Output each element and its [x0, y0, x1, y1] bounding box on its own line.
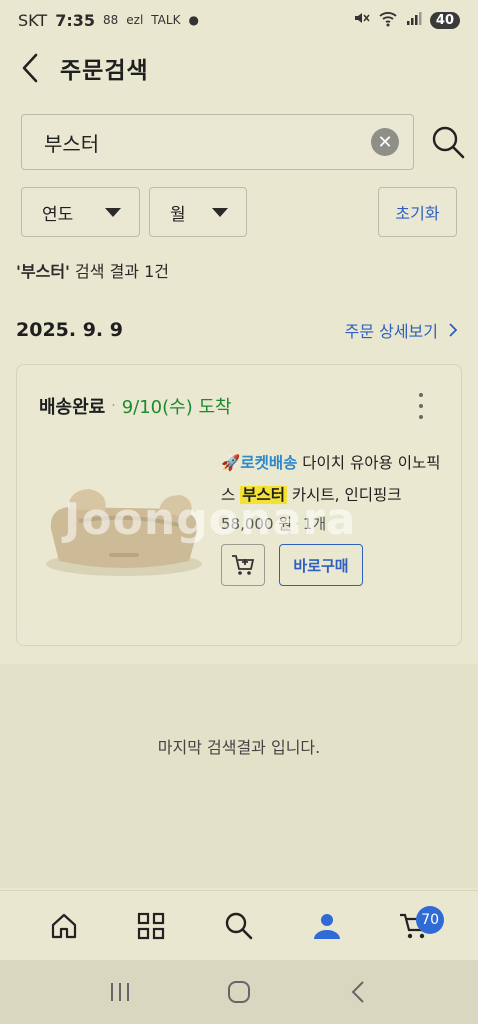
recent-apps-icon	[110, 983, 129, 1001]
home-button[interactable]	[214, 967, 264, 1017]
product-quantity: 1개	[302, 515, 327, 533]
search-input[interactable]	[44, 130, 371, 154]
add-to-cart-button[interactable]	[221, 544, 265, 586]
dot-icon: ●	[188, 13, 199, 27]
system-nav-bar	[0, 960, 478, 1024]
month-select[interactable]: 월	[149, 187, 247, 237]
search-box: ✕	[21, 114, 414, 170]
88-icon: 88	[102, 13, 119, 27]
order-detail-link[interactable]: 주문 상세보기	[345, 318, 458, 342]
caret-down-icon	[212, 207, 228, 217]
battery-indicator: 40	[429, 11, 460, 29]
search-highlight: 부스터	[240, 486, 287, 504]
status-left: SKT 7:35 88 ezl TALK ●	[18, 11, 199, 30]
bottom-nav: 70	[0, 890, 478, 960]
product-image[interactable]	[39, 469, 209, 579]
signal-icon	[406, 10, 422, 30]
arrival-date: 9/10(수) 도착	[121, 397, 232, 418]
month-select-label: 월	[170, 204, 186, 225]
product-info: 🚀로켓배송 다이치 유아용 이노픽스 부스터 카시트, 인디핑크 58,000 …	[221, 447, 446, 586]
more-options-icon[interactable]	[411, 393, 431, 419]
rocket-delivery-badge: 로켓배송	[240, 454, 298, 472]
separator-dot: ·	[295, 515, 300, 533]
order-card: 배송완료 · 9/10(수) 도착 🚀로켓배송 다이치 유아용 이노픽스 부스터…	[16, 364, 462, 646]
clear-button[interactable]: ✕	[371, 128, 399, 156]
product-actions: 바로구매	[221, 544, 446, 586]
rocket-icon: 🚀	[221, 454, 241, 472]
clock: 7:35	[55, 10, 95, 30]
nav-my[interactable]	[297, 896, 357, 956]
cart-plus-icon	[232, 555, 255, 575]
end-section	[0, 664, 478, 888]
search-icon	[432, 126, 465, 159]
user-icon	[313, 913, 340, 939]
search-row: ✕	[21, 114, 466, 170]
header: 주문검색	[0, 40, 478, 96]
separator-dot: ·	[111, 398, 116, 414]
price-quantity: 58,000 원 · 1개	[221, 513, 446, 534]
order-detail-label: 주문 상세보기	[344, 322, 438, 341]
nav-category[interactable]	[121, 896, 181, 956]
order-date: 2025. 9. 9	[16, 319, 123, 341]
close-icon: ✕	[377, 131, 393, 153]
back-arrow-icon	[351, 981, 365, 1003]
delivery-status-row: 배송완료 · 9/10(수) 도착	[39, 393, 232, 419]
booster-seat-image	[46, 489, 202, 576]
system-back-button[interactable]	[333, 967, 383, 1017]
cart-count-badge: 70	[416, 905, 445, 934]
filter-row: 연도 월 초기화	[21, 187, 457, 237]
reset-button[interactable]: 초기화	[378, 187, 457, 237]
carrier: SKT	[18, 10, 48, 30]
category-icon	[138, 912, 165, 939]
wifi-icon	[378, 9, 398, 31]
result-query: '부스터'	[16, 262, 70, 281]
delivery-status: 배송완료	[39, 397, 106, 418]
year-select-label: 연도	[42, 204, 74, 225]
mute-icon	[352, 9, 370, 31]
status-right: 40	[352, 9, 460, 31]
caret-down-icon	[105, 207, 121, 217]
page-title: 주문검색	[60, 58, 149, 84]
result-summary: '부스터' 검색 결과 1건	[16, 258, 169, 282]
home-icon	[51, 913, 76, 938]
chevron-right-icon	[449, 323, 458, 337]
nav-cart[interactable]: 70	[384, 896, 445, 956]
result-count-text: 검색 결과 1건	[69, 262, 170, 281]
nav-search[interactable]	[209, 896, 269, 956]
product-name[interactable]: 🚀로켓배송 다이치 유아용 이노픽스 부스터 카시트, 인디핑크	[221, 447, 446, 511]
search-button[interactable]	[430, 124, 466, 160]
talk-icon: TALK	[151, 13, 181, 27]
chevron-left-icon	[22, 53, 38, 83]
buy-now-button[interactable]: 바로구매	[279, 544, 363, 586]
back-button[interactable]	[0, 40, 60, 96]
status-bar: SKT 7:35 88 ezl TALK ● 40	[0, 0, 478, 40]
recent-apps-button[interactable]	[95, 967, 145, 1017]
product-name-part2: 카시트, 인디핑크	[286, 486, 402, 504]
ezl-icon: ezl	[126, 13, 144, 27]
search-icon	[225, 912, 253, 939]
year-select[interactable]: 연도	[21, 187, 140, 237]
product-price: 58,000 원	[221, 515, 293, 533]
nav-home[interactable]	[34, 896, 94, 956]
end-message: 마지막 검색결과 입니다.	[157, 738, 321, 757]
home-circle-icon	[227, 981, 250, 1003]
order-date-row: 2025. 9. 9 주문 상세보기	[16, 318, 458, 342]
